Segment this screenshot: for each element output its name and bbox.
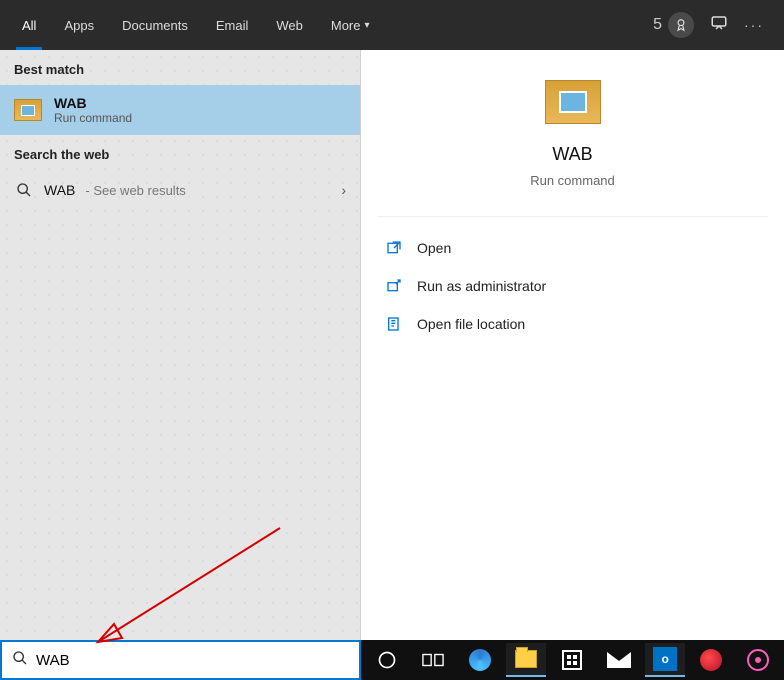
action-file-location[interactable]: Open file location: [377, 305, 768, 343]
preview-title: WAB: [552, 144, 592, 165]
preview-actions: Open Run as administrator Open file loca…: [377, 229, 768, 343]
tab-web[interactable]: Web: [262, 0, 317, 50]
best-match-result[interactable]: WAB Run command: [0, 85, 360, 135]
preview-subtitle: Run command: [530, 173, 615, 188]
chevron-right-icon: ›: [341, 182, 346, 198]
rewards-indicator[interactable]: 5: [653, 12, 694, 38]
taskbar-app[interactable]: [738, 643, 778, 677]
web-query-label: WAB: [44, 182, 75, 198]
taskbar-opera[interactable]: [691, 643, 731, 677]
admin-icon: [385, 277, 403, 295]
taskbar-edge[interactable]: [460, 643, 500, 677]
best-match-header: Best match: [0, 50, 360, 85]
app-icon: [14, 99, 42, 121]
taskbar-outlook[interactable]: o: [645, 643, 685, 677]
result-title: WAB: [54, 95, 132, 111]
taskbar-explorer[interactable]: [506, 643, 546, 677]
action-label: Open file location: [417, 316, 525, 332]
web-search-result[interactable]: WAB - See web results ›: [0, 170, 360, 210]
action-label: Run as administrator: [417, 278, 546, 294]
top-filter-bar: All Apps Documents Email Web More▾ 5 ···: [0, 0, 784, 50]
tab-apps[interactable]: Apps: [50, 0, 108, 50]
topbar-right: 5 ···: [653, 12, 776, 38]
tab-documents[interactable]: Documents: [108, 0, 202, 50]
rewards-count: 5: [653, 16, 662, 34]
tab-more[interactable]: More▾: [317, 0, 384, 50]
preview-app-icon: [545, 80, 601, 124]
tab-email[interactable]: Email: [202, 0, 263, 50]
search-box[interactable]: [0, 640, 361, 680]
action-label: Open: [417, 240, 451, 256]
action-run-admin[interactable]: Run as administrator: [377, 267, 768, 305]
taskbar-cortana[interactable]: [367, 643, 407, 677]
web-hint: - See web results: [85, 183, 185, 198]
tab-all[interactable]: All: [8, 0, 50, 50]
result-text: WAB Run command: [54, 95, 132, 125]
search-icon: [12, 650, 28, 671]
result-subtitle: Run command: [54, 111, 132, 125]
results-panel: Best match WAB Run command Search the we…: [0, 50, 361, 640]
chevron-down-icon: ▾: [364, 20, 369, 31]
filter-tabs: All Apps Documents Email Web More▾: [8, 0, 384, 50]
main-area: Best match WAB Run command Search the we…: [0, 50, 784, 640]
taskbar: o: [361, 640, 784, 680]
taskbar-mail[interactable]: [599, 643, 639, 677]
folder-icon: [385, 315, 403, 333]
preview-header: WAB Run command: [377, 80, 768, 217]
preview-panel: WAB Run command Open Run as administrato…: [361, 50, 784, 640]
search-icon: [14, 180, 34, 200]
action-open[interactable]: Open: [377, 229, 768, 267]
rewards-icon: [668, 12, 694, 38]
open-icon: [385, 239, 403, 257]
search-input[interactable]: [36, 652, 349, 669]
taskbar-store[interactable]: [552, 643, 592, 677]
more-options-button[interactable]: ···: [744, 17, 764, 33]
feedback-icon[interactable]: [710, 14, 728, 37]
search-web-header: Search the web: [0, 135, 360, 170]
taskbar-taskview[interactable]: [413, 643, 453, 677]
